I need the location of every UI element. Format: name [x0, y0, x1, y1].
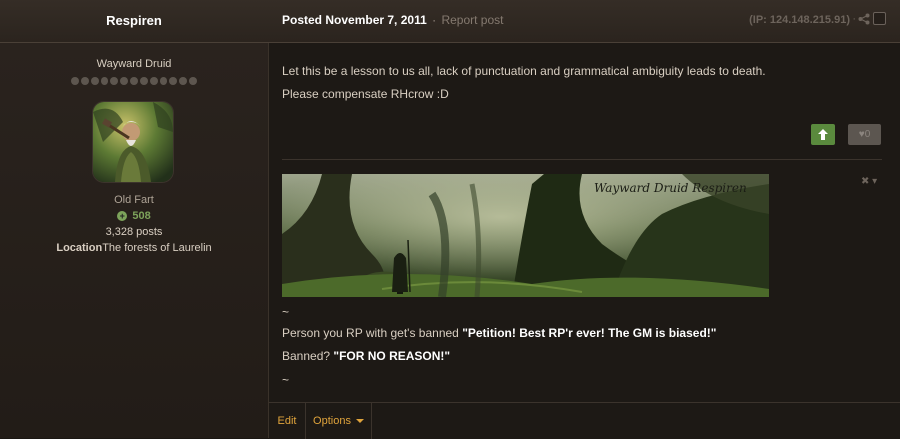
like-count-value: 0: [864, 129, 871, 140]
rank-pip: [169, 77, 178, 85]
ip-address[interactable]: (IP: 124.148.215.91): [749, 14, 850, 26]
like-count[interactable]: ♥0: [848, 124, 881, 145]
location-value: The forests of Laurelin: [102, 242, 212, 254]
signature-quote: "Petition! Best RP'r ever! The GM is bia…: [462, 326, 717, 340]
reputation-value: 508: [132, 210, 151, 222]
location-label: Location: [56, 242, 103, 254]
signature-divider: [282, 159, 882, 160]
rank-pip: [139, 77, 148, 85]
rank-pip: [130, 77, 138, 85]
signature-tilde: ~: [282, 373, 290, 387]
rank-pip: [179, 77, 188, 85]
post-text-line: Please compensate RHcrow :D: [282, 87, 449, 101]
author-name[interactable]: Respiren: [0, 0, 268, 42]
post-content: Let this be a lesson to us all, lack of …: [269, 43, 900, 438]
signature-text: Banned?: [282, 349, 334, 363]
upvote-button[interactable]: [811, 124, 835, 145]
separator: ·: [432, 13, 437, 27]
rank-pip: [90, 77, 99, 85]
signature-banner: Wayward Druid Respiren: [282, 174, 769, 297]
member-group: Wayward Druid: [96, 58, 172, 70]
signature-controls[interactable]: ✖ ▾: [861, 176, 877, 187]
arrow-up-icon: [818, 129, 828, 140]
posted-date[interactable]: November 7, 2011: [325, 13, 426, 27]
location: LocationThe forests of Laurelin: [0, 242, 268, 254]
post-date: Posted November 7, 2011 · Report post: [282, 13, 504, 27]
rank-pip: [159, 77, 168, 85]
share-icon[interactable]: [858, 13, 870, 25]
signature-line: Banned? "FOR NO REASON!": [282, 349, 450, 363]
moderation-checkbox[interactable]: [873, 12, 886, 25]
rank-pip: [189, 77, 197, 85]
rank-pip: [149, 77, 158, 85]
options-button[interactable]: Options: [306, 403, 372, 439]
edit-button[interactable]: Edit: [269, 403, 306, 439]
post-count: 3,328 posts: [105, 226, 163, 238]
posted-prefix: Posted: [282, 13, 323, 27]
signature-line: Person you RP with get's banned "Petitio…: [282, 326, 716, 340]
rank-pip: [80, 77, 89, 85]
avatar[interactable]: [92, 101, 174, 183]
rank-pip: [110, 77, 119, 85]
post-text-line: Let this be a lesson to us all, lack of …: [282, 64, 766, 78]
post-footer: Edit Options: [269, 402, 900, 439]
signature-text: Person you RP with get's banned: [282, 326, 463, 340]
rank-pip: [120, 77, 129, 85]
rank-pips: [71, 77, 197, 86]
plus-circle-icon: +: [117, 211, 128, 222]
banner-text: Wayward Druid Respiren: [594, 181, 747, 195]
reputation-badge: + 508: [0, 210, 268, 222]
signature-tilde: ~: [282, 305, 290, 319]
author-sidebar: Wayward Druid Old Fart + 508 3,328 posts…: [0, 43, 269, 438]
rank-pip: [100, 77, 109, 85]
signature-quote: "FOR NO REASON!": [333, 349, 451, 363]
post-header: Respiren Posted November 7, 2011 · Repor…: [0, 0, 900, 43]
options-label: Options: [313, 415, 351, 427]
report-post-link[interactable]: Report post: [441, 13, 503, 27]
ip-separator: ·: [852, 13, 856, 25]
member-title: Old Fart: [114, 194, 154, 206]
rank-pip: [71, 77, 79, 85]
chevron-down-icon: [355, 419, 364, 424]
